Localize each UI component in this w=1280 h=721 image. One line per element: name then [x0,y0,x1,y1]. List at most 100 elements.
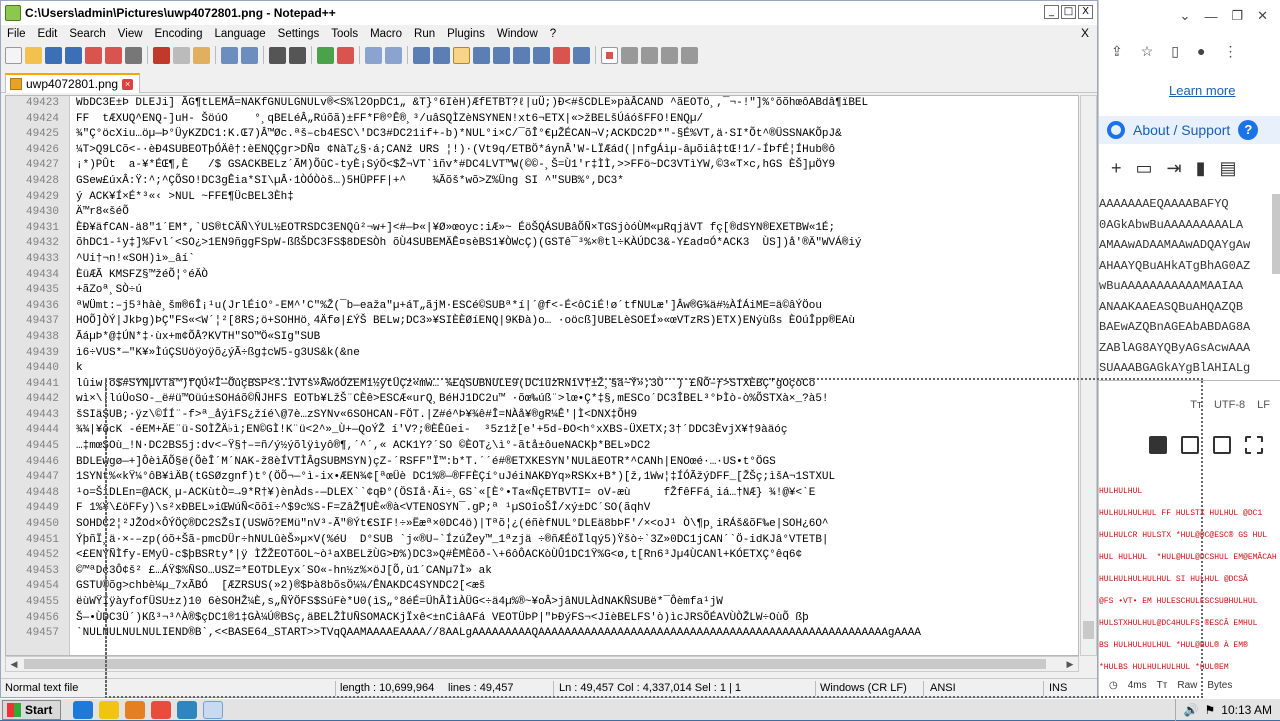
indent-guide-icon[interactable] [453,46,470,64]
chrome-icon[interactable] [151,700,172,719]
code-line[interactable]: ¹o=ŠìDLEn=@ACK¸µ-ACKùtÒ=→9*R†¥)ènÀds-—DL… [76,486,1078,502]
code-line[interactable]: ¡*)PÛt a-¥*ÉŒ¶,È /$ GSACKBELz´ÃM)ÕûC-tyÈ… [76,158,1078,174]
copy-icon[interactable] [173,46,190,64]
vertical-scroll-thumb[interactable] [1083,621,1094,639]
code-line[interactable]: …‡mœSOù_!N·DC2BS5j:dv<–Ÿ§†–=ñ/ý½ýõlÿìyô®… [76,439,1078,455]
folder-icon[interactable]: ▭ [1136,158,1153,179]
new-file-icon[interactable] [5,46,22,64]
folder-workspace-icon[interactable] [533,46,550,64]
eol-label[interactable]: LF [1257,399,1270,411]
speaker-icon[interactable]: 🔊 [1184,703,1199,717]
menu-file[interactable]: File [1,28,32,40]
maximise-output-icon[interactable] [1245,436,1263,454]
menu-dots-icon[interactable]: ⋮ [1223,43,1237,60]
record-macro-icon[interactable] [601,46,618,64]
editor-area[interactable]: 49423 49424 49425 49426 49427 49428 49429 49430… [5,95,1079,656]
save-output-icon[interactable] [1149,436,1167,454]
menu-settings[interactable]: Settings [272,28,326,40]
sync-vertical-icon[interactable] [365,46,382,64]
code-line[interactable]: ÈÐ¥äfCAN-ä8"1´EM*,`US®tCÄÑ\ÝUL½EOTRSDC3E… [76,221,1078,237]
code-line[interactable]: ©™ªDç3Ô¢š² £…ÁŸ$%ÑSO…USZ=*EOTDLEyx´SO«-h… [76,564,1078,580]
about-support-bar[interactable]: About / Support ? [1099,116,1280,144]
tab-close-icon[interactable]: × [122,78,134,90]
copy-output-icon[interactable] [1181,436,1199,454]
horizontal-scroll-thumb[interactable] [24,659,1046,669]
code-line[interactable]: ^Ui†¬n!«SOH)ì»_âí` [76,252,1078,268]
redo-icon[interactable] [241,46,258,64]
view-icon[interactable] [573,46,590,64]
close-all-icon[interactable] [105,46,122,64]
chevron-down-icon[interactable]: ⌄ [1180,8,1191,24]
function-list-icon[interactable] [513,46,530,64]
cut-icon[interactable] [153,46,170,64]
menu-window[interactable]: Window [491,28,544,40]
find-icon[interactable] [269,46,286,64]
menu-language[interactable]: Language [208,28,271,40]
explorer-icon[interactable] [99,700,120,719]
code-line[interactable]: GSew£úxÂ:Ÿ:^;^ÇÕSO!DC3gÊia*SI\µÂ·1ÒÓÒòš…… [76,174,1078,190]
word-wrap-icon[interactable] [413,46,430,64]
code-line[interactable]: ý ACK¥Í×É*³«‹ >NUL ~FFE¶ÜcBEL3Èh‡ [76,190,1078,206]
save-macro-icon[interactable] [681,46,698,64]
base64-scrollbar[interactable] [1272,194,1280,274]
title-bar[interactable]: C:\Users\admin\Pictures\uwp4072801.png -… [1,1,1097,25]
code-line[interactable]: ÝþñÏ¸ä·×-–zp(óõ+Šã-pmcDÜr÷hNULûèŠ»µ×V(%é… [76,533,1078,549]
code-line[interactable]: ÈüÆÃ KMSFZ§™žéÕ¦°éÄÒ [76,268,1078,284]
code-line[interactable]: HOÕ]ÒÝ|JkÞg)ÞÇ"FS«<W´¦²[8RS;ö+SOHHö¸4Äfø… [76,314,1078,330]
horizontal-scrollbar[interactable]: ◀ ▶ [5,656,1079,672]
ie-icon[interactable] [73,700,94,719]
sidebar-icon[interactable]: ▯ [1171,43,1179,60]
code-line[interactable]: <£ENYÑÌfy-EMyÜ-c$þBSRty*|ÿ ÌŽŽEOTõOL~ò¹a… [76,548,1078,564]
stop-macro-icon[interactable] [621,46,638,64]
tab-uwp4072801[interactable]: uwp4072801.png × [5,73,141,93]
start-button[interactable]: Start [2,699,62,720]
edge-icon[interactable] [177,700,198,719]
paste-icon[interactable] [193,46,210,64]
scroll-left-icon[interactable]: ◀ [7,658,21,670]
menu-plugins[interactable]: Plugins [441,28,491,40]
save-icon[interactable] [45,46,62,64]
maximize-button[interactable]: □ [1061,5,1076,19]
code-line[interactable]: SOHDC2¦²JŽOd×ÔÝÖÇ®DC2SŽsI(USWõ?EMü"nV³-Ã… [76,517,1078,533]
save-all-icon[interactable] [65,46,82,64]
clock[interactable]: 10:13 AM [1221,703,1272,717]
code-line[interactable]: WbDC3E±Þ DLEJi] ÃG¶tLEMÂ=NAKfGNULGNULv®<… [76,96,1078,112]
vertical-scrollbar[interactable] [1080,95,1097,656]
code-line[interactable]: ÃáµÞ*@‡ÚN*‡·ùx+m¢ÕÂ?KVTH"SO™Ö«SIg"SUB [76,330,1078,346]
close-button[interactable]: X [1078,5,1093,19]
network-icon[interactable]: ⚑ [1205,703,1216,717]
zoom-in-icon[interactable] [317,46,334,64]
menu-view[interactable]: View [112,28,149,40]
encoding-label[interactable]: UTF-8 [1214,399,1245,411]
notepadpp-taskbar-icon[interactable] [203,700,224,719]
print-icon[interactable] [125,46,142,64]
restore-icon[interactable]: ❐ [1231,8,1243,24]
menu-tools[interactable]: Tools [325,28,364,40]
share-icon[interactable]: ⇪ [1111,43,1123,60]
code-line[interactable]: wì×\|lúÜoSO-_ë#ü™Oüú±SOHáõ©ÑJHFS EOTb¥Lž… [76,392,1078,408]
help-icon[interactable]: ? [1238,120,1259,140]
profile-icon[interactable]: ● [1197,43,1205,59]
monitoring-icon[interactable] [553,46,570,64]
decoded-output[interactable]: HULHULHUL HULHULHULHUL FF HULSTX HULHUL @… [1099,481,1280,679]
code-line[interactable]: F 1%¥\£öFFy)\s²xÐBEL»iŒWúÑ<õõî÷^$9c%S-F=… [76,501,1078,517]
menu-run[interactable]: Run [408,28,441,40]
code-line[interactable]: õhDC1-¹y‡]%Fvl´<SO¿>1EN9ñggFSpW-ßßŠDC3FS… [76,236,1078,252]
play-macro-icon[interactable] [641,46,658,64]
show-all-chars-icon[interactable] [433,46,450,64]
code-line[interactable]: Š—•ÙDC3Ü´)Kß³¬³^À®$çDC1®1‡GÀ¼Ú®BSç,äBELŽ… [76,611,1078,627]
star-icon[interactable]: ☆ [1141,43,1154,60]
code-line[interactable]: +ãZoª¸SÒ÷ú [76,283,1078,299]
code-line[interactable]: ¼T>Q9LCõ<-·èÐ4SUBEOTþÓÄê†:èENQÇgr>DÑ¤ ¢N… [76,143,1078,159]
text-size-icon[interactable]: Tт [1190,399,1202,411]
close-icon[interactable]: ✕ [1257,8,1268,24]
code-line[interactable]: lûiw|õ$#SYNµVTá™)fQÚ«Î—ÕùçBSP<š.ÌVTs»Ãwó… [76,377,1078,393]
run-macro-multiple-icon[interactable] [661,46,678,64]
learn-more-link[interactable]: Learn more [1169,83,1235,98]
code-line[interactable]: ¾"Ç°öcXiu…öµ—Þ°ÜyKZDC1:K.Œ7)Â™Øc.ªš–cb4E… [76,127,1078,143]
code-line[interactable]: GSTU®õg>chbè¼µ_7xÃBÓ [ÆZRSUS(»2)®$Þà8bõs… [76,579,1078,595]
menu-encoding[interactable]: Encoding [149,28,209,40]
menu-edit[interactable]: Edit [32,28,64,40]
code-line[interactable]: Ä™r8«šéÕ [76,205,1078,221]
minimize-icon[interactable]: — [1204,9,1217,24]
